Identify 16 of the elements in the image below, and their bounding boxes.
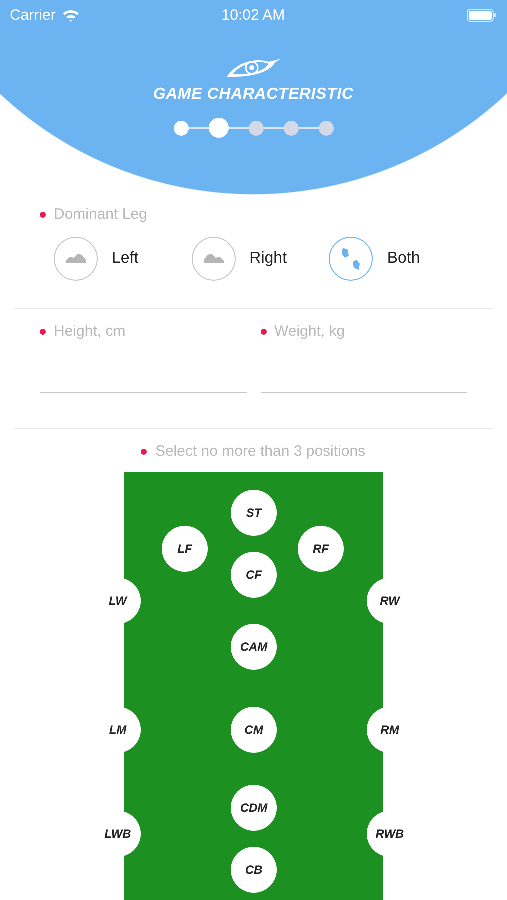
wifi-icon	[62, 8, 80, 22]
battery-icon	[467, 8, 497, 22]
dominant-leg-label: Dominant Leg	[54, 206, 148, 223]
leg-option-button[interactable]	[329, 237, 374, 281]
carrier-label: Carrier	[10, 6, 56, 24]
header-title: GAME CHARACTERISTIC	[153, 86, 354, 104]
leg-option-button[interactable]	[54, 237, 98, 281]
positions-hint: Select no more than 3 positions	[155, 443, 366, 460]
leg-option-label[interactable]: Both	[387, 250, 420, 268]
leg-option-label[interactable]: Right	[250, 250, 288, 268]
field-label: Weight, kg	[274, 323, 346, 340]
eye-logo-icon	[224, 56, 282, 78]
leg-option-label[interactable]: Left	[112, 250, 139, 268]
leg-option-button[interactable]	[192, 237, 236, 281]
clock-time: 10:02 AM	[222, 6, 286, 24]
field-label: Height, cm	[54, 323, 126, 340]
